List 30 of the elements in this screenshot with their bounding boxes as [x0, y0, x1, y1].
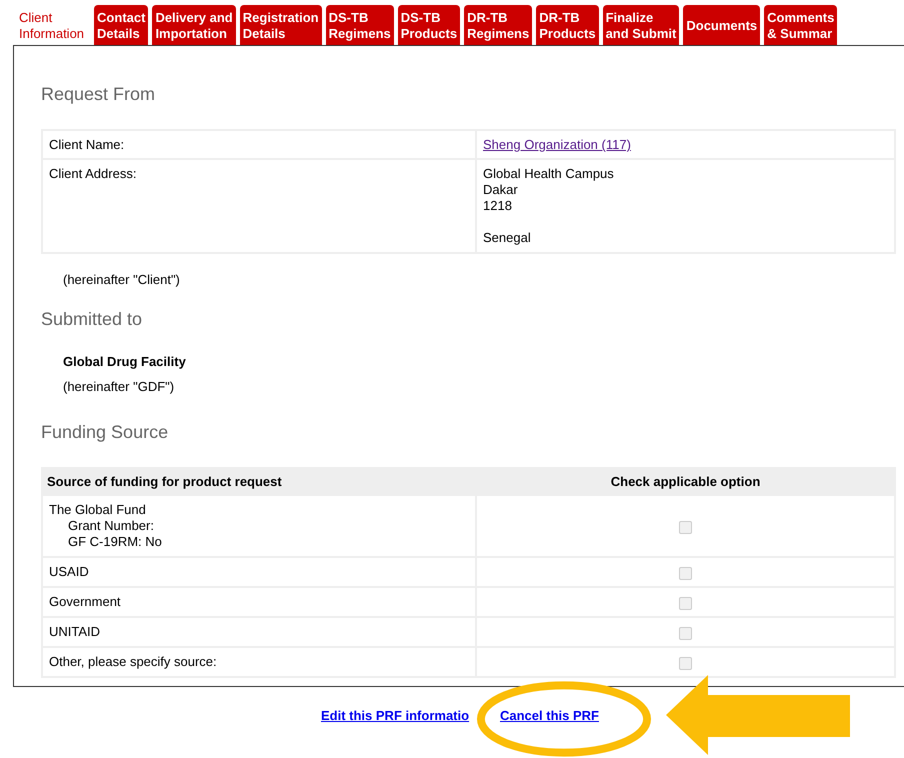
funding-source-name: Other, please specify source: [49, 654, 218, 670]
client-link[interactable]: Sheng Organization (117) [483, 137, 631, 152]
funding-source-name: USAID [49, 564, 90, 580]
tab[interactable]: DR-TB Regimens [464, 5, 532, 45]
tab[interactable]: DS-TB Regimens [326, 5, 394, 45]
tab[interactable]: Comments & Summar [764, 5, 838, 45]
footer-link[interactable]: Edit this PRF informatio [321, 708, 470, 723]
address-text: Global Health Campus Dakar 1218 Senegal [483, 166, 614, 246]
organization-name: Global Drug Facility [62, 354, 187, 369]
note-text: (hereinafter "GDF") [62, 378, 176, 396]
section-heading: Submitted to [41, 309, 144, 330]
funding-source-name: The Global Fund [49, 502, 147, 518]
funding-source-name: Government [49, 594, 122, 610]
tab[interactable]: Finalize and Submit [602, 5, 680, 45]
table-cell: Client Name: [43, 131, 475, 158]
footer-link[interactable]: Cancel this PRF [500, 708, 599, 723]
tab[interactable]: Contact Details [94, 5, 148, 45]
section-heading: Funding Source [41, 422, 170, 443]
funding-detail: Grant Number: [67, 518, 155, 534]
tab[interactable]: Documents [683, 5, 760, 45]
table-cell: Client Address: [43, 160, 475, 252]
funding-detail: GF C-19RM: No [67, 534, 163, 550]
tab[interactable]: Registration Details [240, 5, 322, 45]
note-text: (hereinafter "Client") [62, 271, 181, 289]
funding-source-name: UNITAID [49, 624, 102, 640]
tab[interactable]: DS-TB Products [398, 5, 460, 45]
tab[interactable]: Delivery and Importation [152, 5, 236, 45]
tab[interactable]: DR-TB Products [536, 5, 599, 45]
pointer-arrow-icon [666, 675, 850, 755]
section-heading: Request From [41, 84, 156, 105]
